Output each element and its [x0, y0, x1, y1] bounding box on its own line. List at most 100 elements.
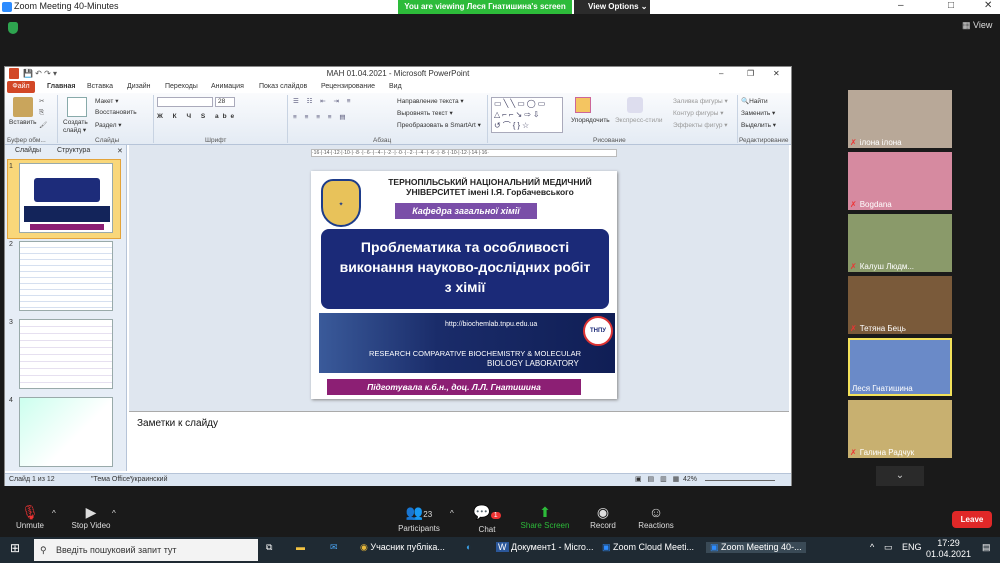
slide-thumb[interactable] — [19, 163, 113, 233]
record-button[interactable]: ◉ Record — [586, 503, 620, 530]
text-direction-button[interactable]: Направление текста ▾ — [397, 97, 464, 105]
copy-icon[interactable]: ⎘ — [39, 109, 44, 117]
select-button[interactable]: Выделить ▾ — [741, 121, 776, 129]
section-button[interactable]: Раздел ▾ — [95, 121, 122, 129]
tab-home[interactable]: Главная — [47, 83, 75, 90]
participant-tile[interactable]: ✗ Тетяна Бець — [848, 276, 952, 334]
shape-effects-button[interactable]: Эффекты фигур ▾ — [673, 121, 728, 129]
tab-slideshow[interactable]: Показ слайдов — [259, 83, 307, 90]
slide-thumb[interactable] — [19, 397, 113, 467]
format-painter-icon[interactable]: 🖌 — [39, 121, 47, 129]
shape-fill-button[interactable]: Заливка фигуры ▾ — [673, 97, 728, 105]
chat-icon: 💬 1 — [470, 503, 504, 525]
replace-button[interactable]: Заменить ▾ — [741, 109, 775, 117]
paste-icon[interactable] — [13, 97, 33, 117]
ppt-maximize-button[interactable]: ❐ — [747, 67, 754, 81]
participants-button[interactable]: 👥23 Participants — [394, 503, 444, 533]
chat-button[interactable]: 💬 1 Chat — [470, 503, 504, 534]
unmute-button[interactable]: 🎙 Unmute — [10, 503, 50, 530]
muted-mic-icon: ✗ — [850, 200, 857, 209]
lab-url: http://biochemlab.tnpu.edu.ua — [445, 321, 538, 328]
font-format-buttons[interactable]: Ж К Ч S abe — [157, 113, 238, 120]
new-slide-icon[interactable] — [67, 97, 87, 117]
tab-slides[interactable]: Слайды — [15, 147, 41, 154]
ppt-minimize-button[interactable]: – — [719, 67, 723, 81]
taskbar-search-input[interactable]: ⚲ Введіть пошуковий запит тут — [34, 539, 258, 561]
font-size-select[interactable]: 28 — [215, 97, 235, 107]
view-options-button[interactable]: View Options ⌄ — [574, 0, 650, 14]
language-status[interactable]: украинский — [131, 476, 168, 483]
find-button[interactable]: 🔍Найти — [741, 97, 768, 105]
chat-label: Chat — [478, 525, 496, 534]
maximize-button[interactable]: □ — [948, 0, 954, 11]
participant-tile[interactable]: ✗ Bogdana — [848, 152, 952, 210]
zoom-slider[interactable] — [705, 480, 775, 481]
mail-icon[interactable]: ✉ — [330, 542, 338, 553]
network-icon[interactable]: ▭ — [884, 542, 893, 553]
view-button[interactable]: ▦ View — [962, 20, 992, 31]
close-pane-icon[interactable]: ✕ — [117, 147, 123, 155]
audio-options-chevron-icon[interactable]: ^ — [52, 509, 56, 518]
leave-button[interactable]: Leave — [952, 511, 992, 528]
task-view-icon[interactable]: ⧉ — [266, 542, 272, 553]
reset-button[interactable]: Восстановить — [95, 109, 137, 116]
participant-tile[interactable]: ✗ Калуш Людм... — [848, 214, 952, 272]
language-indicator[interactable]: ENG — [902, 542, 922, 552]
taskbar-word-item[interactable]: W Документ1 - Micro... — [496, 542, 593, 552]
font-name-select[interactable] — [157, 97, 213, 107]
align-buttons[interactable]: ≡ ≡ ≡ ≡ ▤ — [293, 113, 349, 121]
align-text-button[interactable]: Выровнять текст ▾ — [397, 109, 453, 117]
taskbar-chrome-item[interactable]: ◉ Учасник публіка... — [360, 542, 445, 553]
participant-tile[interactable]: ✗ Галина Радчук — [848, 400, 952, 458]
tab-review[interactable]: Рецензирование — [321, 83, 375, 90]
view-mode-buttons[interactable]: ▣ ▤ ▥ ▦ — [635, 475, 681, 483]
share-screen-button[interactable]: ⬆ Share Screen — [518, 503, 572, 530]
minimize-button[interactable]: – — [898, 0, 904, 11]
tab-transitions[interactable]: Переходы — [165, 83, 198, 90]
ppt-close-button[interactable]: ✕ — [773, 67, 780, 81]
windows-start-icon[interactable]: ⊞ — [10, 541, 20, 555]
shapes-gallery[interactable]: ▭╲╲▭◯▭ △⌐⌐↘⇨⇩ ↺⌒{}☆ — [491, 97, 563, 133]
cut-icon[interactable]: ✂ — [39, 97, 44, 105]
gallery-scroll-down-button[interactable]: ⌄ — [876, 466, 924, 486]
notes-pane[interactable]: Заметки к слайду — [129, 411, 789, 471]
new-slide-button[interactable]: Создать слайд ▾ — [63, 119, 93, 135]
lab-title-line-1: RESEARCH COMPARATIVE BIOCHEMISTRY & MOLE… — [369, 349, 581, 358]
slide-thumb[interactable] — [19, 319, 113, 389]
paste-button[interactable]: Вставить — [9, 119, 37, 126]
muted-microphone-icon: 🎙 — [21, 504, 39, 520]
taskbar-zoom-cloud-item[interactable]: ▣ Zoom Cloud Meeti... — [602, 542, 694, 553]
reactions-button[interactable]: ☺ Reactions — [634, 503, 678, 530]
slide-thumb[interactable] — [19, 241, 113, 311]
layout-button[interactable]: Макет ▾ — [95, 97, 118, 105]
notifications-icon[interactable]: ▤ — [982, 542, 991, 553]
tab-file[interactable]: Файл — [7, 81, 35, 93]
quick-access-toolbar[interactable]: 💾 ↶ ↷ ▾ — [23, 67, 57, 81]
participant-tile-active-speaker[interactable]: Леся Гнатишина — [848, 338, 952, 396]
clock[interactable]: 17:29 01.04.2021 — [926, 538, 971, 560]
arrange-button[interactable]: Упорядочить — [571, 117, 610, 124]
stop-video-button[interactable]: ▶ Stop Video — [66, 503, 116, 530]
file-explorer-icon[interactable]: ▬ — [296, 542, 305, 552]
arrange-icon[interactable] — [575, 97, 591, 113]
list-buttons[interactable]: ☰ ☷ ⇤ ⇥ ≡ — [293, 97, 354, 105]
tab-outline[interactable]: Структура — [57, 147, 90, 154]
participants-options-chevron-icon[interactable]: ^ — [450, 509, 454, 518]
shape-outline-button[interactable]: Контур фигуры ▾ — [673, 109, 724, 117]
tray-chevron-icon[interactable]: ^ — [870, 542, 874, 552]
tab-insert[interactable]: Вставка — [87, 83, 113, 90]
smartart-button[interactable]: Преобразовать в SmartArt ▾ — [397, 121, 481, 129]
taskbar-zoom-meeting-item[interactable]: ▣ Zoom Meeting 40-... — [706, 542, 806, 553]
participant-tile[interactable]: ✗ ілона ілона — [848, 90, 952, 148]
video-options-chevron-icon[interactable]: ^ — [112, 509, 116, 518]
quick-styles-button[interactable]: Экспресс-стили — [615, 117, 663, 124]
edge-icon[interactable]: ◐ — [466, 542, 471, 552]
share-screen-label: Share Screen — [520, 521, 570, 530]
close-button[interactable]: ✕ — [984, 0, 992, 11]
tab-design[interactable]: Дизайн — [127, 83, 151, 90]
tab-animation[interactable]: Анимация — [211, 83, 244, 90]
tab-view[interactable]: Вид — [389, 83, 402, 90]
current-slide[interactable]: ✦ ТЕРНОПІЛЬСЬКИЙ НАЦІОНАЛЬНИЙ МЕДИЧНИЙ У… — [311, 171, 617, 399]
quick-styles-icon[interactable] — [627, 97, 643, 113]
security-shield-icon[interactable] — [8, 22, 18, 34]
